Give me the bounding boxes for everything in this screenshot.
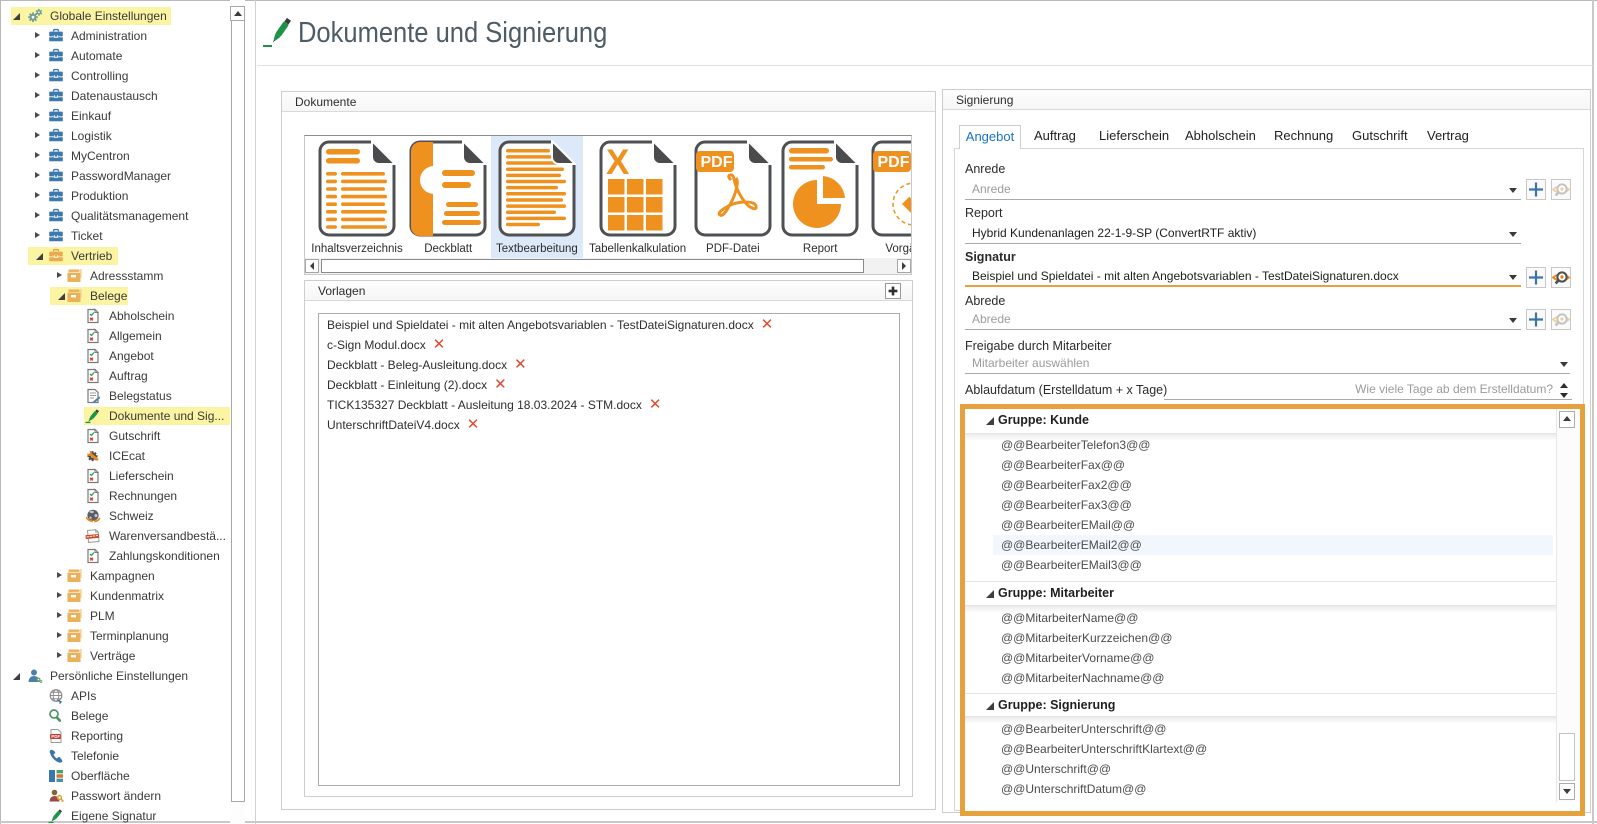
svg-text:PDF: PDF	[878, 154, 910, 171]
svg-text:X: X	[606, 143, 630, 182]
svg-text:PDF: PDF	[700, 154, 732, 171]
svg-text:PDF: PDF	[51, 734, 60, 739]
